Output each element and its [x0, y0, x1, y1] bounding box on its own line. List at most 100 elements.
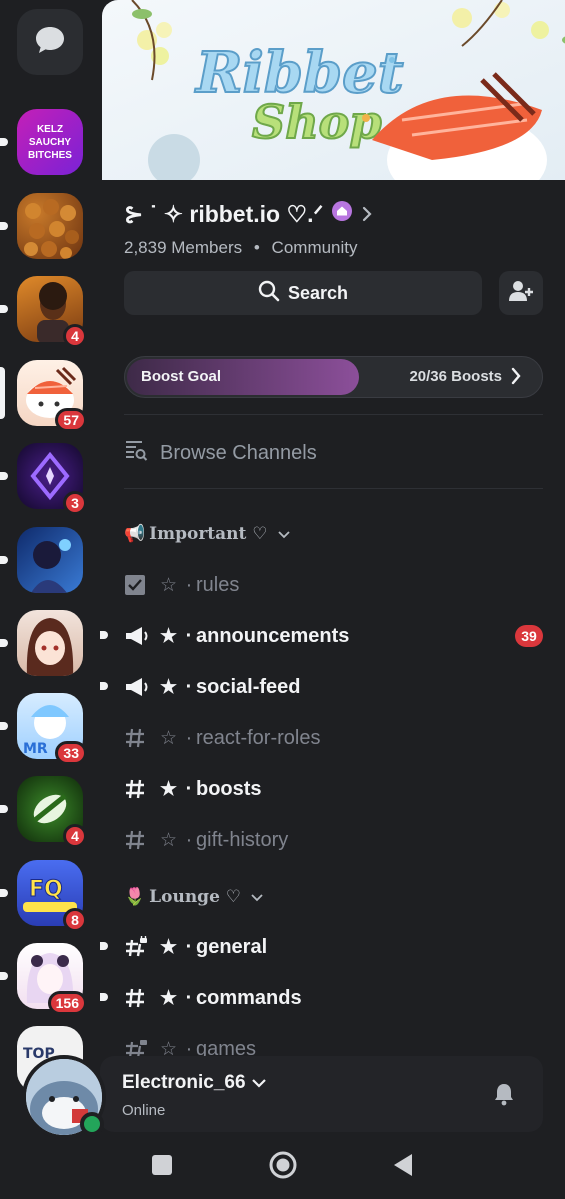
browse-channels-button[interactable]: Browse Channels — [124, 438, 317, 468]
unread-indicator — [100, 942, 108, 950]
mention-badge: 4 — [63, 324, 87, 348]
system-nav-bar — [0, 1140, 565, 1199]
star-icon: ★ — [160, 987, 178, 1009]
browse-channels-label: Browse Channels — [160, 441, 317, 464]
channel-boosts[interactable]: ★ · boosts — [124, 769, 543, 809]
server-purple-star[interactable]: 3 — [0, 443, 87, 515]
server-banner: Ribbet Shop — [102, 0, 565, 180]
star-icon: ★ — [160, 778, 178, 800]
category-name: Lounge ♡ — [149, 887, 242, 907]
server-panel: Ribbet Shop ⊱ ˙ ✧ ribbet.io ♡.ᐟ 2,839 Me… — [100, 0, 565, 1199]
category-important[interactable]: 📢 Important ♡ — [124, 524, 290, 544]
channel-name: boosts — [196, 777, 262, 800]
server-food[interactable] — [0, 193, 83, 259]
bell-icon[interactable] — [493, 1082, 515, 1110]
server-fq-marchers[interactable]: FQ 8 — [0, 860, 87, 932]
mention-badge: 57 — [55, 408, 87, 432]
megaphone-icon — [124, 625, 152, 647]
channel-commands[interactable]: ★ · commands — [100, 978, 543, 1018]
boost-count: 20/36 Boosts — [409, 368, 502, 385]
server-green[interactable]: 4 — [0, 776, 87, 848]
server-kelz-sauchy[interactable]: KELZ SAUCHY BITCHES — [0, 109, 83, 175]
online-status-indicator — [80, 1112, 104, 1136]
unread-pill — [0, 222, 8, 230]
user-panel[interactable]: Electronic_66 Online — [100, 1056, 543, 1132]
star-outline-icon: ☆ — [160, 574, 178, 596]
home-icon[interactable] — [268, 1150, 298, 1184]
server-type: Community — [271, 238, 358, 257]
chevron-right-icon — [361, 201, 373, 228]
server-rail: KELZ SAUCHY BITCHES 4 57 3 MR 33 4 FQ 8 … — [0, 0, 100, 1199]
star-icon: ★ — [160, 625, 178, 647]
channel-name: gift-history — [196, 828, 289, 851]
star-outline-icon: ☆ — [160, 829, 178, 851]
server-kelz-server[interactable]: 4 — [0, 276, 87, 348]
channel-general[interactable]: ★ · general — [100, 927, 543, 967]
unread-pill — [0, 722, 8, 730]
channel-announcements[interactable]: ★ · announcements 39 — [100, 616, 543, 656]
channel-dot: · — [185, 573, 193, 596]
category-lounge[interactable]: 🌷 Lounge ♡ — [124, 887, 263, 907]
megaphone-emoji: 📢 — [124, 524, 146, 544]
chevron-right-icon — [510, 366, 522, 390]
search-icon — [258, 280, 280, 307]
megaphone-icon — [124, 676, 152, 698]
member-count: 2,839 Members — [124, 238, 243, 257]
channel-name: rules — [196, 573, 240, 596]
invite-members-button[interactable] — [499, 271, 543, 315]
recent-apps-icon[interactable] — [151, 1154, 173, 1180]
mention-badge: 156 — [47, 991, 87, 1015]
divider — [124, 414, 543, 415]
username[interactable]: Electronic_66 — [122, 1072, 246, 1094]
unread-pill — [0, 305, 8, 313]
channel-name: general — [196, 935, 268, 958]
unread-pill — [0, 138, 8, 146]
channel-dot: · — [185, 828, 193, 851]
hashtag-icon — [124, 987, 152, 1009]
unread-pill — [0, 972, 8, 980]
channel-dot: · — [185, 726, 193, 749]
category-name: Important ♡ — [149, 524, 268, 544]
chevron-down-icon — [251, 1072, 266, 1094]
add-user-icon — [508, 279, 534, 307]
unread-pill — [0, 805, 8, 813]
channel-social-feed[interactable]: ★ · social-feed — [100, 667, 543, 707]
star-icon: ★ — [160, 676, 178, 698]
channel-dot: · — [185, 624, 193, 647]
boost-goal-bar[interactable]: Boost Goal 20/36 Boosts — [124, 356, 543, 398]
browse-channels-icon — [124, 438, 148, 468]
channel-name: commands — [196, 986, 302, 1009]
search-label: Search — [287, 282, 349, 303]
tulip-emoji: 🌷 — [124, 887, 146, 907]
unread-pill — [0, 556, 8, 564]
channel-dot: · — [185, 777, 193, 800]
server-mr[interactable]: MR 33 — [0, 693, 87, 765]
channel-rules[interactable]: ☆ · rules — [124, 565, 543, 605]
server-anime-girl[interactable] — [0, 610, 83, 676]
server-header[interactable]: ⊱ ˙ ✧ ribbet.io ♡.ᐟ 2,839 Members • Comm… — [124, 200, 545, 258]
server-ribbet[interactable]: 57 — [0, 360, 87, 432]
chat-bubble-icon — [34, 25, 66, 59]
channel-react-for-roles[interactable]: ☆ · react-for-roles — [124, 718, 543, 758]
unread-indicator — [100, 993, 108, 1001]
direct-messages-button[interactable] — [17, 9, 83, 75]
channel-gift-history[interactable]: ☆ · gift-history — [124, 820, 543, 860]
channel-name: social-feed — [196, 675, 301, 698]
channel-name: announcements — [196, 624, 350, 647]
selected-pill — [0, 367, 5, 419]
channel-name: react-for-roles — [196, 726, 321, 749]
unread-pill — [0, 889, 8, 897]
back-icon[interactable] — [392, 1152, 414, 1182]
mention-badge: 39 — [515, 625, 543, 647]
server-name[interactable]: ⊱ ˙ ✧ ribbet.io ♡.ᐟ — [124, 201, 323, 228]
server-anime-blue[interactable] — [0, 527, 83, 593]
chevron-down-icon — [277, 524, 290, 544]
server-pink-anime[interactable]: 156 — [0, 943, 87, 1015]
search-button[interactable]: Search — [124, 271, 482, 315]
meta-separator: • — [253, 238, 260, 257]
mention-badge: 8 — [63, 908, 87, 932]
svg-text:FQ: FQ — [29, 877, 63, 902]
server-logo-text: KELZ SAUCHY BITCHES — [28, 123, 72, 161]
divider — [124, 488, 543, 489]
hashtag-icon — [124, 829, 152, 851]
